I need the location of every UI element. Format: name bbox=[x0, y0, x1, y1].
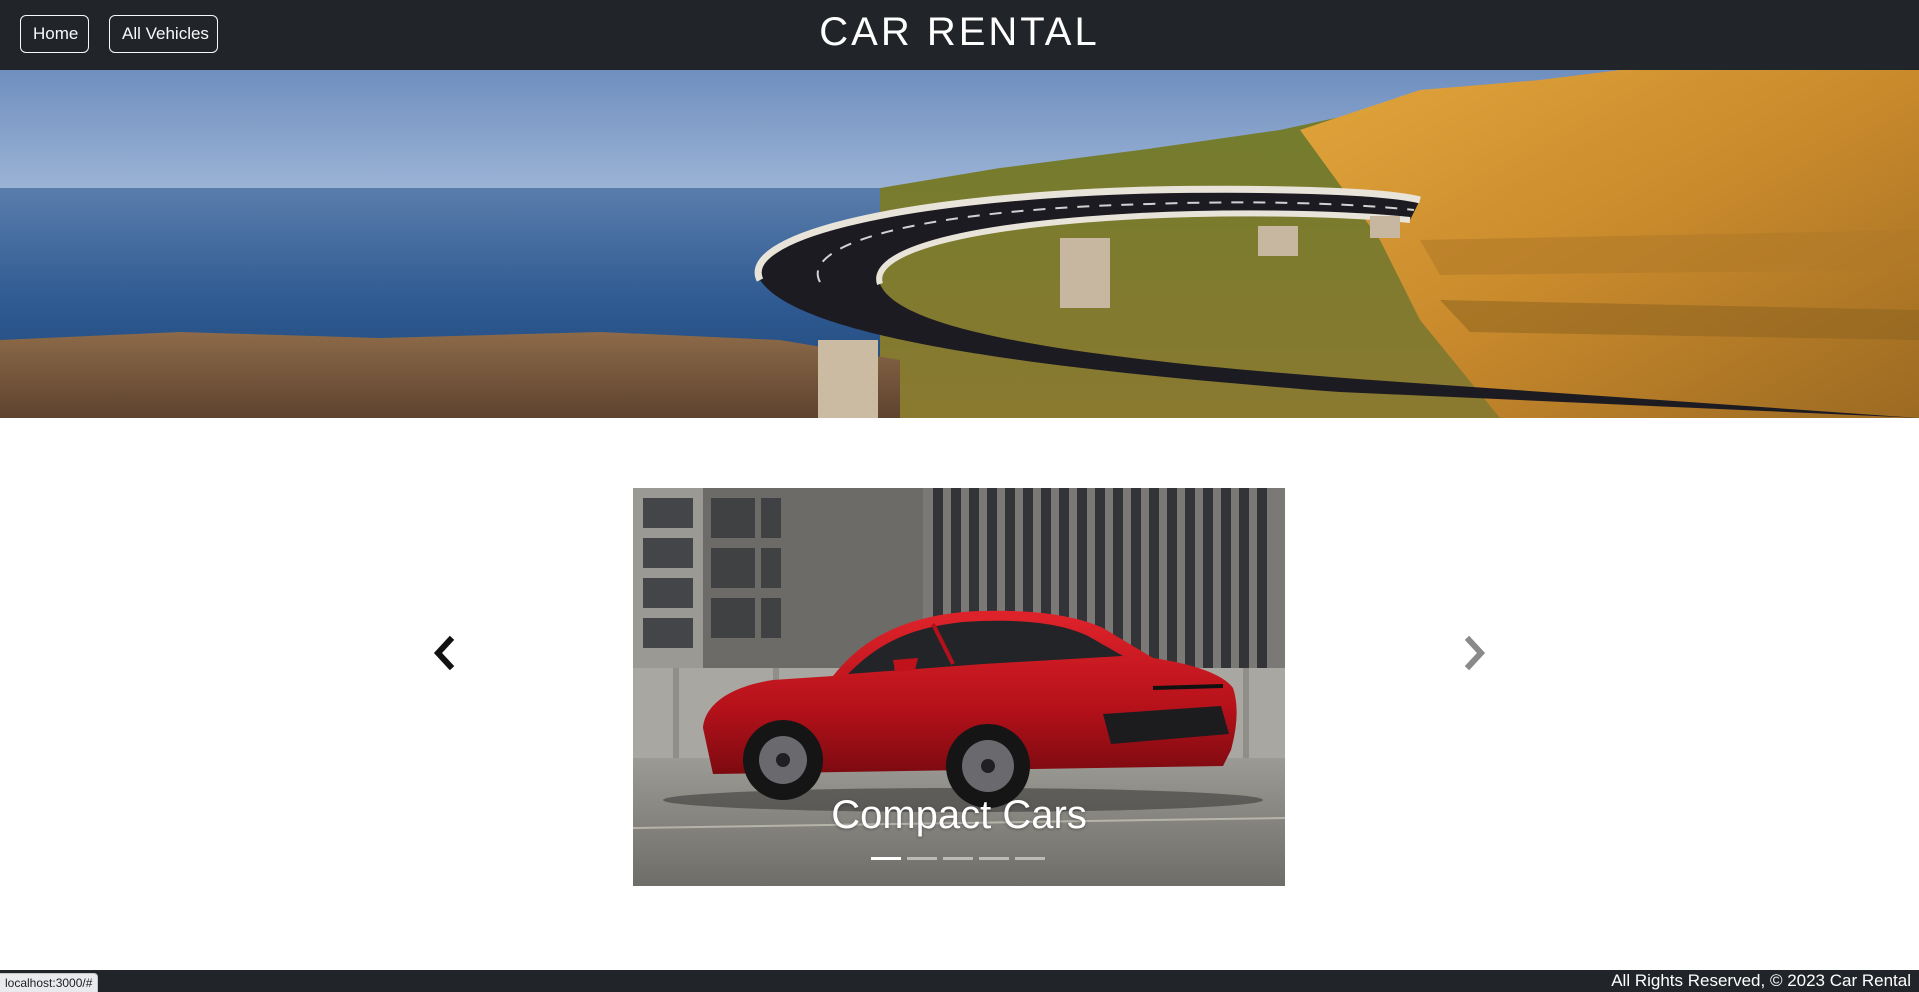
page: Home All Vehicles CAR RENTAL Compact Car… bbox=[0, 0, 1919, 992]
carousel-next-button[interactable] bbox=[1455, 628, 1495, 678]
footer: All Rights Reserved, © 2023 Car Rental bbox=[0, 970, 1919, 992]
carousel-indicator[interactable] bbox=[979, 857, 1009, 860]
slide-caption: Compact Cars bbox=[831, 793, 1087, 837]
status-bar-url: localhost:3000/# bbox=[0, 973, 99, 992]
carousel-slide[interactable]: Compact Cars bbox=[633, 488, 1285, 886]
carousel-indicator[interactable] bbox=[907, 857, 937, 860]
carousel-indicator[interactable] bbox=[1015, 857, 1045, 860]
hero-banner-image bbox=[0, 70, 1919, 418]
carousel-indicators bbox=[871, 857, 1051, 863]
carousel-prev-button[interactable] bbox=[424, 628, 464, 678]
navbar: Home All Vehicles CAR RENTAL bbox=[0, 0, 1919, 70]
chevron-right-icon bbox=[1464, 635, 1486, 671]
home-button[interactable]: Home bbox=[20, 15, 89, 53]
carousel-indicator[interactable] bbox=[871, 857, 901, 860]
chevron-left-icon bbox=[433, 635, 455, 671]
all-vehicles-button[interactable]: All Vehicles bbox=[109, 15, 218, 53]
footer-copyright: All Rights Reserved, © 2023 Car Rental bbox=[1611, 971, 1911, 990]
carousel-indicator[interactable] bbox=[943, 857, 973, 860]
brand-title: CAR RENTAL bbox=[819, 10, 1100, 54]
